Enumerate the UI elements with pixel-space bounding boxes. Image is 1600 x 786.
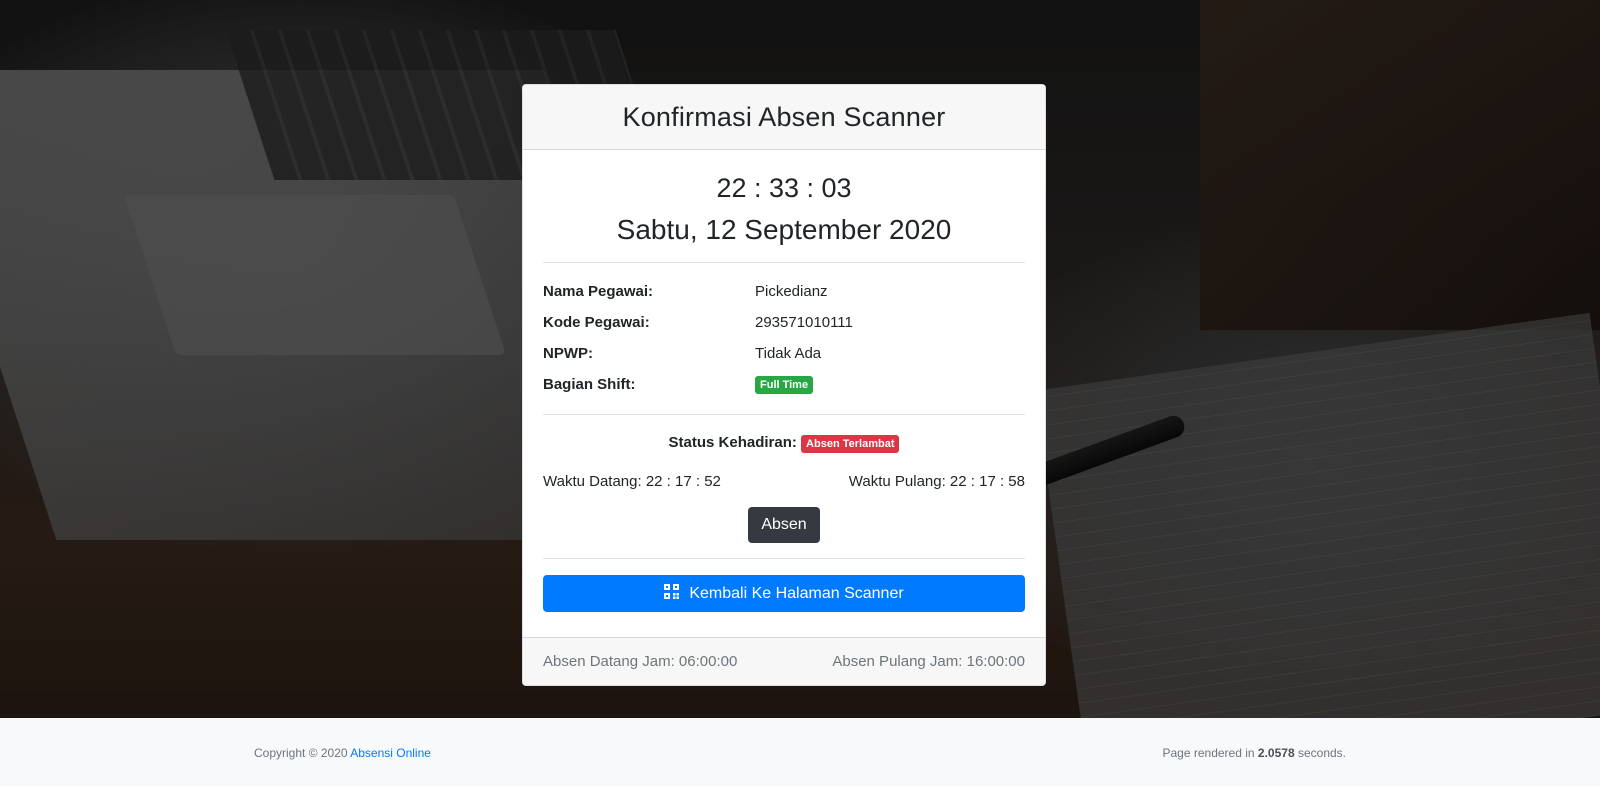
card-body: 22 : 33 : 03 Sabtu, 12 September 2020 Na… (523, 172, 1045, 612)
absen-button[interactable]: Absen (748, 507, 820, 543)
render-time-info: Page rendered in 2.0578 seconds. (1163, 746, 1347, 760)
employee-shift-row: Bagian Shift: Full Time (543, 369, 1025, 400)
employee-npwp-row: NPWP: Tidak Ada (543, 338, 1025, 369)
employee-name-label: Nama Pegawai: (543, 283, 654, 300)
employee-code-value: 293571010111 (755, 314, 853, 331)
employee-shift-label: Bagian Shift: (543, 376, 636, 393)
card-footer: Absen Datang Jam: 06:00:00 Absen Pulang … (523, 637, 1045, 685)
divider (543, 414, 1025, 415)
divider (543, 558, 1025, 559)
divider (543, 262, 1025, 263)
employee-code-row: Kode Pegawai: 293571010111 (543, 307, 1025, 338)
absen-button-row: Absen (543, 507, 1025, 543)
employee-npwp-label: NPWP: (543, 345, 593, 362)
live-clock: 22 : 33 : 03 (716, 173, 852, 203)
status-label: Status Kehadiran: (668, 434, 797, 451)
employee-info: Nama Pegawai: Pickedianz Kode Pegawai: 2… (543, 276, 1025, 400)
attendance-times: Waktu Datang: 22 : 17 : 52 Waktu Pulang:… (543, 473, 1025, 490)
employee-code-label: Kode Pegawai: (543, 314, 650, 331)
employee-name-value: Pickedianz (755, 283, 828, 300)
render-time: 2.0578 (1257, 746, 1295, 760)
departure-time: Waktu Pulang: 22 : 17 : 58 (848, 473, 1025, 490)
qr-code-icon (664, 583, 680, 604)
render-prefix: Page rendered in (1162, 746, 1255, 760)
back-button-label: Kembali Ke Halaman Scanner (689, 584, 904, 602)
card-header: Konfirmasi Absen Scanner (523, 85, 1045, 150)
status-badge: Absen Terlambat (801, 435, 900, 453)
current-date: Sabtu, 12 September 2020 (616, 214, 952, 245)
leave-schedule: Absen Pulang Jam: 16:00:00 (832, 653, 1025, 670)
render-suffix: seconds. (1297, 746, 1346, 760)
employee-npwp-value: Tidak Ada (755, 345, 822, 362)
attendance-status: Status Kehadiran: Absen Terlambat (543, 434, 1025, 453)
brand-link[interactable]: Absensi Online (350, 746, 431, 760)
employee-name-row: Nama Pegawai: Pickedianz (543, 276, 1025, 307)
arrive-schedule: Absen Datang Jam: 06:00:00 (543, 653, 738, 670)
confirmation-card: Konfirmasi Absen Scanner 22 : 33 : 03 Sa… (522, 84, 1046, 686)
copyright-text: Copyright © 2020 (254, 746, 348, 760)
arrival-time: Waktu Datang: 22 : 17 : 52 (543, 473, 721, 490)
shift-badge: Full Time (755, 375, 814, 394)
copyright: Copyright © 2020 Absensi Online (254, 746, 431, 760)
page-footer: Copyright © 2020 Absensi Online Page ren… (0, 718, 1600, 786)
card-title: Konfirmasi Absen Scanner (622, 101, 946, 132)
back-to-scanner-button[interactable]: Kembali Ke Halaman Scanner (543, 575, 1025, 612)
